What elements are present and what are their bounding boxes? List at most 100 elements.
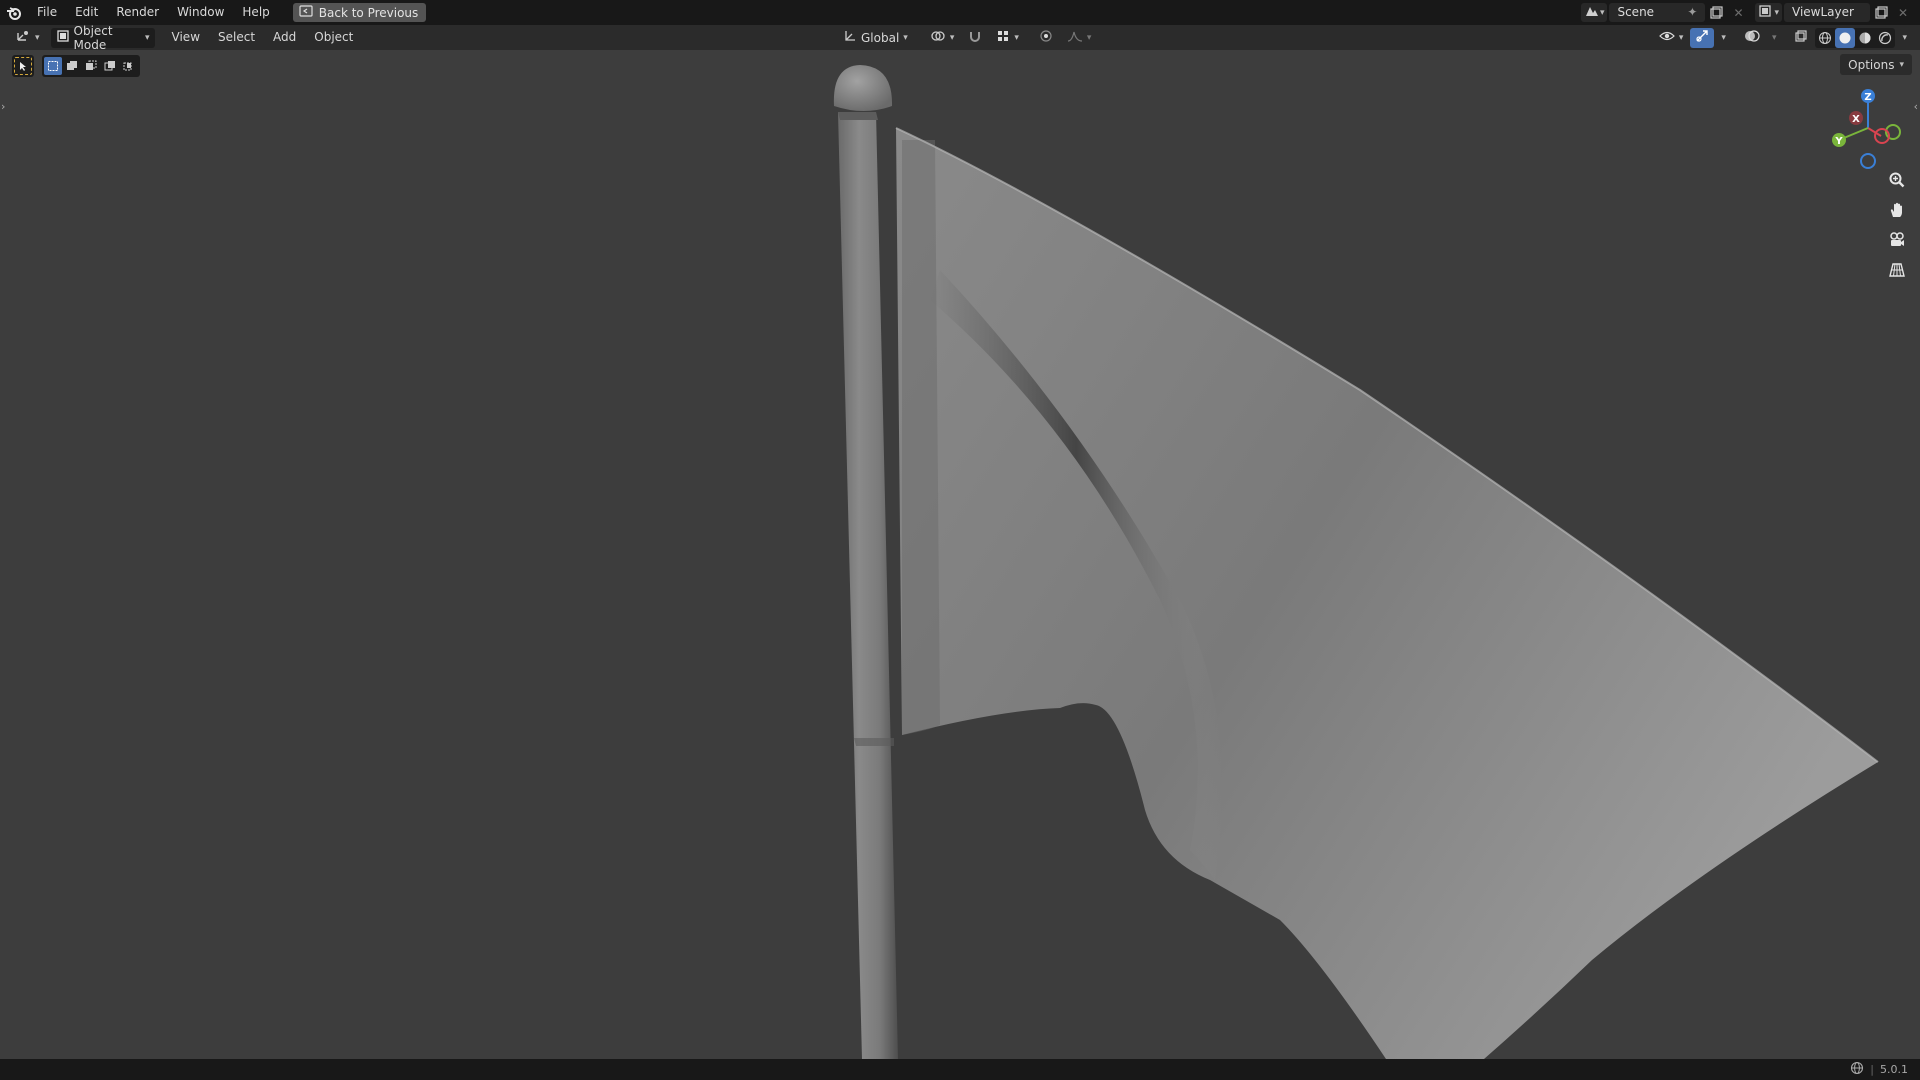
selection-mode-group — [42, 55, 140, 77]
chevron-down-icon: ▾ — [1774, 7, 1779, 18]
chevron-down-icon: ▾ — [1899, 59, 1904, 70]
rendered-shading-icon[interactable] — [1875, 28, 1895, 48]
scene-name-field[interactable]: Scene ✦ — [1609, 3, 1706, 22]
new-scene-icon[interactable] — [1705, 3, 1727, 22]
blender-logo-icon[interactable] — [0, 0, 28, 25]
select-difference-icon[interactable] — [101, 57, 119, 75]
chevron-down-icon: ▾ — [35, 32, 40, 43]
orientation-label: Global — [861, 30, 900, 45]
menu-edit[interactable]: Edit — [66, 0, 107, 25]
select-extend-icon[interactable] — [63, 57, 81, 75]
flag-pole — [838, 112, 898, 1059]
snap-grid-icon — [996, 29, 1010, 46]
close-view-layer-icon[interactable]: ✕ — [1892, 3, 1914, 22]
flag-pole-cap — [833, 65, 893, 111]
editor-type-dropdown[interactable]: ▾ — [10, 28, 45, 48]
chevron-down-icon: ▾ — [1721, 32, 1726, 43]
pan-hand-icon[interactable] — [1884, 197, 1910, 223]
object-mode-icon — [56, 29, 70, 46]
xray-toggle[interactable] — [1789, 28, 1813, 48]
menu-file[interactable]: File — [28, 0, 66, 25]
scene-icon — [1584, 4, 1600, 21]
chevron-down-icon: ▾ — [949, 32, 955, 43]
transform-orientation-dropdown[interactable]: Global ▾ — [838, 28, 913, 48]
toolbar-expand-icon[interactable]: › — [1, 100, 5, 113]
wireframe-shading-icon[interactable] — [1815, 28, 1835, 48]
options-dropdown[interactable]: Options ▾ — [1840, 54, 1912, 75]
new-view-layer-icon[interactable] — [1870, 3, 1892, 22]
3d-viewport-icon — [15, 29, 31, 46]
gizmo-toggle[interactable] — [1690, 27, 1715, 48]
version-label: 5.0.1 — [1880, 1063, 1908, 1076]
mode-dropdown[interactable]: Object Mode ▾ — [50, 24, 155, 52]
globe-icon — [1850, 1061, 1864, 1078]
visibility-dropdown[interactable]: ▾ — [1654, 28, 1689, 48]
overlays-icon — [1744, 29, 1760, 46]
chevron-down-icon: ▾ — [1014, 32, 1019, 43]
pivot-point-dropdown[interactable]: ▾ — [925, 28, 960, 48]
pivot-icon — [930, 29, 946, 46]
chevron-down-icon: ▾ — [903, 32, 908, 43]
select-new-icon[interactable] — [44, 57, 62, 75]
menu-window[interactable]: Window — [168, 0, 233, 25]
select-tool-icon[interactable] — [14, 57, 32, 75]
falloff-curve-icon — [1067, 29, 1083, 46]
negative-z-axis-handle[interactable] — [1860, 153, 1876, 169]
back-to-previous-button[interactable]: Back to Previous — [292, 3, 427, 22]
close-scene-icon[interactable]: ✕ — [1727, 3, 1749, 22]
options-label: Options — [1848, 57, 1895, 72]
camera-view-icon[interactable] — [1884, 227, 1910, 253]
top-menu-bar: File Edit Render Window Help Back to Pre… — [0, 0, 1920, 25]
gizmo-x-label: X — [1852, 114, 1860, 125]
view-layer-icon — [1758, 4, 1774, 21]
3d-viewport[interactable]: Options ▾ › ‹ Z Y X — [0, 50, 1920, 1059]
status-bar: | 5.0.1 — [0, 1059, 1920, 1080]
viewport-header: ▾ Object Mode ▾ View Select Add Object G… — [0, 24, 1920, 52]
pin-icon[interactable]: ✦ — [1687, 3, 1697, 22]
zoom-icon[interactable] — [1884, 167, 1910, 193]
flag-cloth — [896, 128, 1878, 1059]
gizmo-z-label: Z — [1864, 92, 1871, 103]
view-layer-field[interactable]: ViewLayer — [1784, 3, 1870, 22]
tool-settings-row — [12, 55, 140, 77]
mode-label: Object Mode — [73, 23, 113, 52]
shading-mode-group — [1815, 27, 1896, 48]
view-layer-type-dropdown[interactable]: ▾ — [1755, 3, 1782, 22]
chevron-down-icon: ▾ — [145, 32, 150, 43]
scene-render — [833, 65, 1879, 1059]
eye-icon — [1659, 29, 1675, 46]
menu-help[interactable]: Help — [233, 0, 278, 25]
menu-select[interactable]: Select — [209, 25, 264, 50]
chevron-down-icon: ▾ — [1086, 32, 1092, 43]
material-shading-icon[interactable] — [1855, 28, 1875, 48]
perspective-toggle-icon[interactable] — [1884, 257, 1910, 283]
falloff-dropdown[interactable]: ▾ — [1062, 28, 1097, 48]
navigation-gizmo[interactable]: Z Y X — [1826, 86, 1910, 170]
proportional-editing-toggle[interactable] — [1034, 28, 1058, 48]
chevron-down-icon: ▾ — [1902, 32, 1907, 43]
menu-add[interactable]: Add — [264, 25, 305, 50]
menu-object[interactable]: Object — [305, 25, 362, 50]
back-label: Back to Previous — [318, 5, 419, 20]
snap-toggle[interactable] — [963, 28, 987, 48]
active-tool-group — [12, 55, 34, 77]
xray-icon — [1794, 29, 1808, 46]
chevron-down-icon: ▾ — [1771, 32, 1777, 43]
scene-type-dropdown[interactable]: ▾ — [1580, 3, 1608, 22]
orientation-icon — [843, 29, 857, 46]
select-subtract-icon[interactable] — [82, 57, 100, 75]
overlays-toggle[interactable] — [1739, 28, 1765, 48]
snap-target-dropdown[interactable]: ▾ — [991, 28, 1024, 48]
overlays-dropdown[interactable]: ▾ — [1767, 28, 1782, 48]
solid-shading-icon[interactable] — [1835, 27, 1856, 48]
back-icon — [299, 5, 313, 20]
shading-dropdown[interactable]: ▾ — [1897, 28, 1912, 48]
sidebar-expand-icon[interactable]: ‹ — [1914, 100, 1918, 113]
select-intersect-icon[interactable] — [120, 57, 138, 75]
viewport-display-controls: ▾ ▾ ▾ ▾ — [1654, 27, 1912, 48]
gizmo-dropdown[interactable]: ▾ — [1716, 28, 1731, 48]
menu-view[interactable]: View — [163, 25, 209, 50]
status-divider: | — [1870, 1063, 1874, 1076]
gizmo-icon — [1695, 29, 1709, 46]
menu-render[interactable]: Render — [107, 0, 168, 25]
